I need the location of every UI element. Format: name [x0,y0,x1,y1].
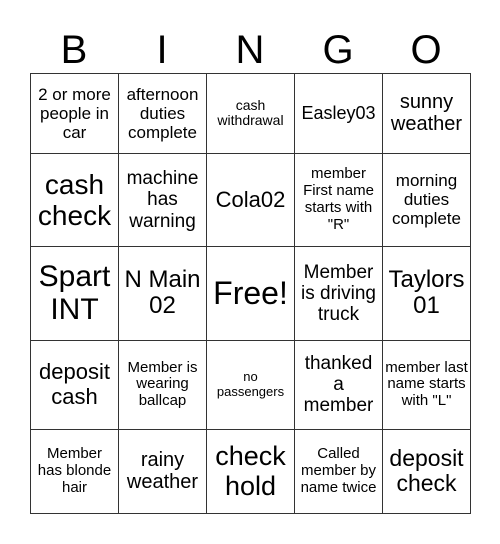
bingo-cell[interactable]: machine has warning [118,152,207,248]
bingo-cell[interactable]: cash check [30,152,119,248]
card-row: 2 or more people in car afternoon duties… [30,73,471,154]
bingo-cell[interactable]: N Main 02 [118,246,207,341]
card-row: deposit cash Member is wearing ballcap n… [30,339,471,430]
bingo-card: 2 or more people in car afternoon duties… [30,73,471,515]
header-letter: G [322,28,354,72]
free-space-cell[interactable]: Free! [206,246,295,341]
bingo-cell[interactable]: Member is wearing ballcap [118,339,207,430]
bingo-cell[interactable]: rainy weather [118,428,207,515]
bingo-cell[interactable]: afternoon duties complete [118,73,207,154]
header-letter: I [156,28,168,72]
header-letter: O [410,28,442,72]
bingo-cell[interactable]: Spart INT [30,246,119,341]
card-row: Member has blonde hair rainy weather che… [30,428,471,515]
bingo-cell[interactable]: sunny weather [382,73,471,154]
bingo-cell[interactable]: 2 or more people in car [30,73,119,154]
bingo-cell[interactable]: Cola02 [206,152,295,248]
bingo-cell[interactable]: Taylors 01 [382,246,471,341]
bingo-cell[interactable]: member First name starts with "R" [294,152,383,248]
bingo-cell[interactable]: thanked a member [294,339,383,430]
card-row: Spart INT N Main 02 Free! Member is driv… [30,246,471,341]
header-letter: N [235,28,265,72]
bingo-cell[interactable]: check hold [206,428,295,515]
bingo-cell[interactable]: Member has blonde hair [30,428,119,515]
bingo-cell[interactable]: no passengers [206,339,295,430]
bingo-cell[interactable]: morning duties complete [382,152,471,248]
bingo-cell[interactable]: Easley03 [294,73,383,154]
bingo-header: B I N G O [30,28,470,72]
bingo-cell[interactable]: Called member by name twice [294,428,383,515]
bingo-cell[interactable]: member last name starts with "L" [382,339,471,430]
card-row: cash check machine has warning Cola02 me… [30,152,471,248]
bingo-cell[interactable]: Member is driving truck [294,246,383,341]
header-letter: B [60,28,88,72]
bingo-cell[interactable]: deposit cash [30,339,119,430]
bingo-cell[interactable]: deposit check [382,428,471,515]
bingo-cell[interactable]: cash withdrawal [206,73,295,154]
